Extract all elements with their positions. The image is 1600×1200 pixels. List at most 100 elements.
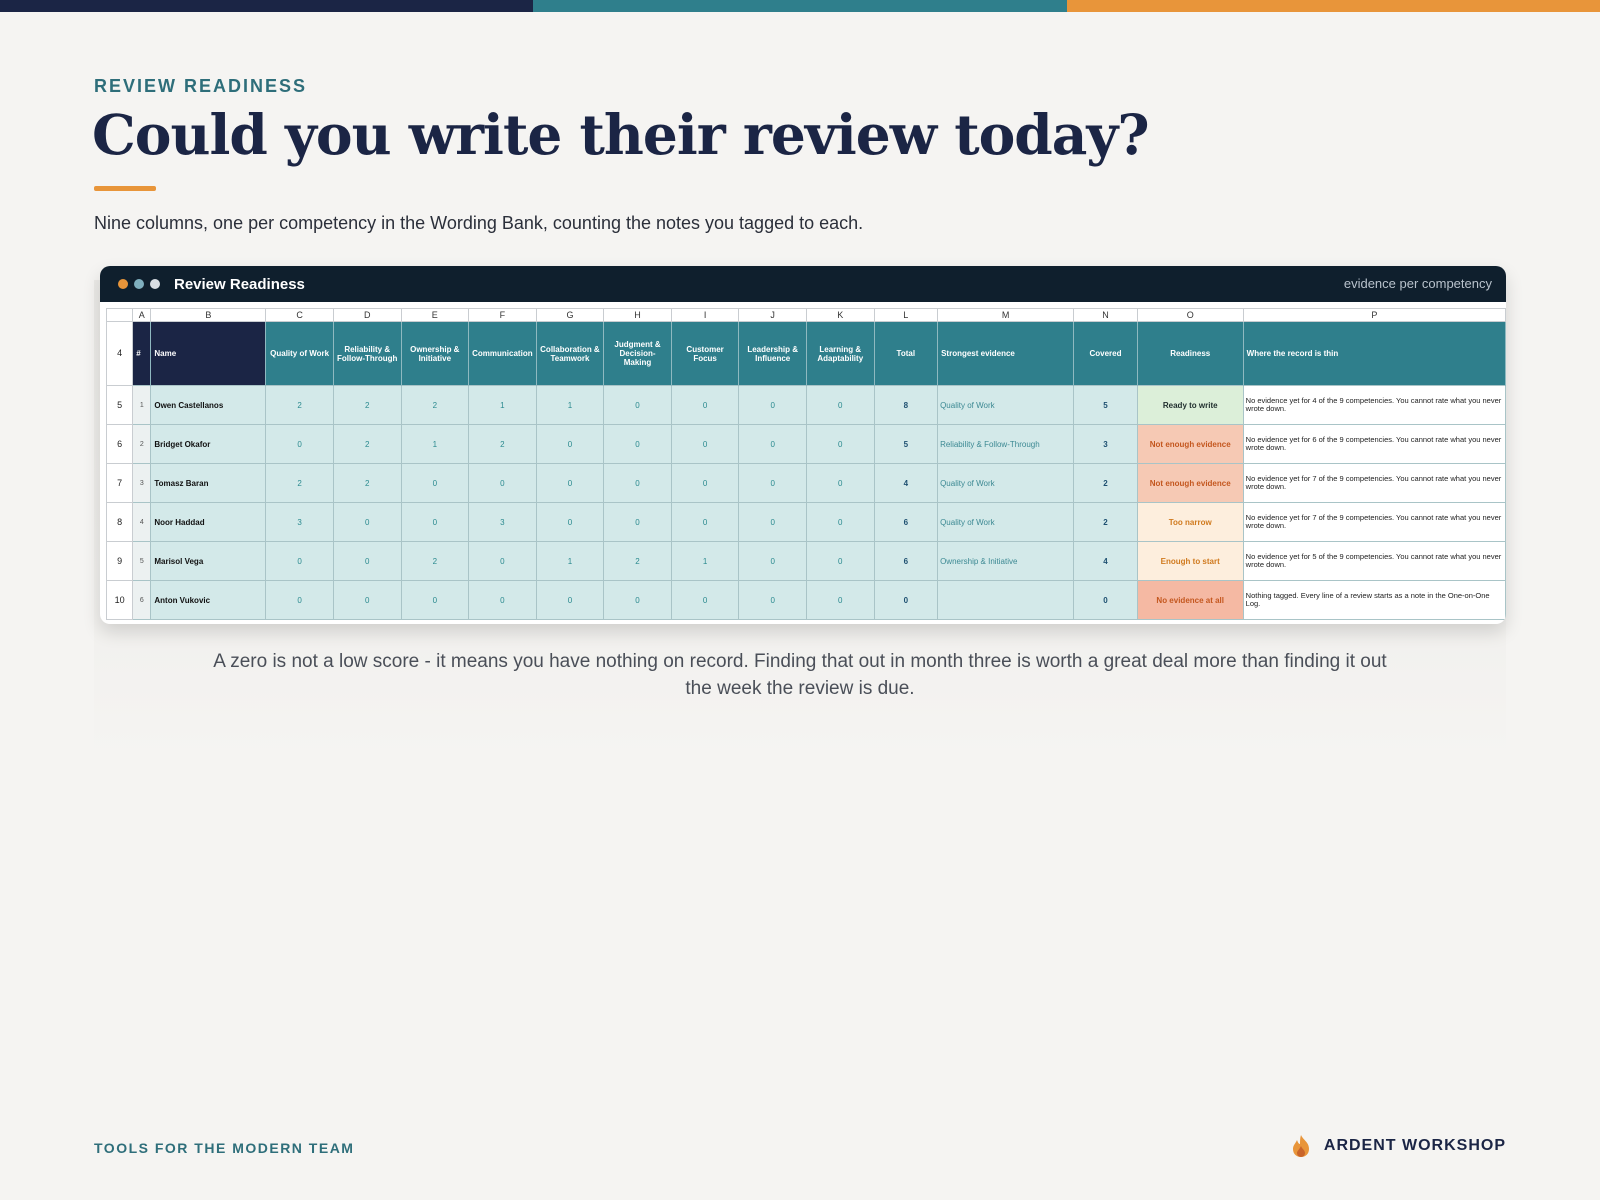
score-cell[interactable]: 0: [535, 580, 605, 620]
total-cell[interactable]: 4: [873, 463, 939, 503]
column-letter-f[interactable]: F: [468, 308, 537, 322]
name-cell[interactable]: Owen Castellanos: [150, 385, 267, 425]
column-letter-l[interactable]: L: [873, 308, 939, 322]
strongest-evidence-cell[interactable]: Quality of Work: [937, 385, 1075, 425]
score-cell[interactable]: 0: [670, 502, 740, 542]
score-cell[interactable]: 2: [265, 463, 334, 503]
column-letter-k[interactable]: K: [805, 308, 875, 322]
row-number[interactable]: 8: [105, 502, 134, 542]
covered-cell[interactable]: 5: [1073, 385, 1138, 425]
score-cell[interactable]: 0: [400, 580, 470, 620]
column-header[interactable]: #: [132, 321, 152, 386]
column-letter-b[interactable]: B: [150, 308, 267, 322]
score-cell[interactable]: 0: [332, 502, 402, 542]
score-cell[interactable]: 0: [265, 541, 334, 581]
spreadsheet-grid[interactable]: A B C D E F G H I J K L M N O P 4 # Name Quality of Work Rel…: [105, 308, 1506, 620]
column-header[interactable]: Ownership & Initiative: [401, 321, 470, 386]
score-cell[interactable]: 1: [535, 541, 605, 581]
row-index-cell[interactable]: 2: [132, 424, 152, 464]
score-cell[interactable]: 0: [603, 502, 672, 542]
row-number[interactable]: 6: [105, 424, 134, 464]
score-cell[interactable]: 0: [670, 424, 740, 464]
score-cell[interactable]: 2: [603, 541, 672, 581]
total-cell[interactable]: 5: [873, 424, 939, 464]
score-cell[interactable]: 0: [400, 463, 470, 503]
record-thin-cell[interactable]: No evidence yet for 7 of the 9 competenc…: [1242, 463, 1506, 503]
readiness-status-cell[interactable]: Ready to write: [1136, 385, 1244, 425]
covered-cell[interactable]: 3: [1073, 424, 1138, 464]
score-cell[interactable]: 0: [535, 424, 605, 464]
column-header[interactable]: Total: [874, 321, 939, 386]
column-header[interactable]: Collaboration & Teamwork: [536, 321, 605, 386]
score-cell[interactable]: 0: [738, 424, 807, 464]
strongest-evidence-cell[interactable]: Ownership & Initiative: [937, 541, 1075, 581]
score-cell[interactable]: 0: [603, 385, 672, 425]
strongest-evidence-cell[interactable]: Quality of Work: [937, 502, 1075, 542]
row-number[interactable]: 5: [105, 385, 134, 425]
score-cell[interactable]: 2: [400, 385, 470, 425]
score-cell[interactable]: 0: [805, 541, 875, 581]
row-number[interactable]: 9: [105, 541, 134, 581]
strongest-evidence-cell[interactable]: Quality of Work: [937, 463, 1075, 503]
column-header[interactable]: Judgment & Decision-Making: [603, 321, 672, 386]
name-cell[interactable]: Bridget Okafor: [150, 424, 267, 464]
column-letter-m[interactable]: M: [937, 308, 1075, 322]
score-cell[interactable]: 0: [805, 502, 875, 542]
score-cell[interactable]: 0: [535, 502, 605, 542]
row-number[interactable]: 4: [105, 321, 134, 386]
column-header[interactable]: Customer Focus: [671, 321, 740, 386]
readiness-status-cell[interactable]: Enough to start: [1136, 541, 1244, 581]
column-header[interactable]: Quality of Work: [265, 321, 334, 386]
score-cell[interactable]: 0: [265, 580, 334, 620]
record-thin-cell[interactable]: No evidence yet for 4 of the 9 competenc…: [1242, 385, 1506, 425]
score-cell[interactable]: 3: [468, 502, 537, 542]
column-letter-d[interactable]: D: [332, 308, 402, 322]
covered-cell[interactable]: 2: [1073, 463, 1138, 503]
record-thin-cell[interactable]: No evidence yet for 7 of the 9 competenc…: [1242, 502, 1506, 542]
row-index-cell[interactable]: 4: [132, 502, 152, 542]
score-cell[interactable]: 2: [332, 463, 402, 503]
covered-cell[interactable]: 0: [1073, 580, 1138, 620]
record-thin-cell[interactable]: No evidence yet for 6 of the 9 competenc…: [1242, 424, 1506, 464]
row-index-cell[interactable]: 3: [132, 463, 152, 503]
score-cell[interactable]: 0: [468, 463, 537, 503]
column-header[interactable]: Learning & Adaptability: [806, 321, 875, 386]
score-cell[interactable]: 0: [400, 502, 470, 542]
score-cell[interactable]: 0: [332, 580, 402, 620]
column-letter-i[interactable]: I: [670, 308, 740, 322]
score-cell[interactable]: 0: [603, 580, 672, 620]
readiness-status-cell[interactable]: Not enough evidence: [1136, 463, 1244, 503]
score-cell[interactable]: 0: [670, 463, 740, 503]
score-cell[interactable]: 0: [805, 385, 875, 425]
score-cell[interactable]: 1: [400, 424, 470, 464]
column-header[interactable]: Communication: [468, 321, 537, 386]
row-index-cell[interactable]: 6: [132, 580, 152, 620]
column-letter-c[interactable]: C: [265, 308, 334, 322]
record-thin-cell[interactable]: No evidence yet for 5 of the 9 competenc…: [1242, 541, 1506, 581]
score-cell[interactable]: 1: [670, 541, 740, 581]
row-number[interactable]: 7: [105, 463, 134, 503]
name-cell[interactable]: Noor Haddad: [150, 502, 267, 542]
covered-cell[interactable]: 4: [1073, 541, 1138, 581]
row-index-cell[interactable]: 5: [132, 541, 152, 581]
score-cell[interactable]: 0: [805, 463, 875, 503]
score-cell[interactable]: 0: [265, 424, 334, 464]
score-cell[interactable]: 2: [265, 385, 334, 425]
name-cell[interactable]: Tomasz Baran: [150, 463, 267, 503]
total-cell[interactable]: 0: [873, 580, 939, 620]
column-letter-e[interactable]: E: [400, 308, 470, 322]
record-thin-cell[interactable]: Nothing tagged. Every line of a review s…: [1242, 580, 1506, 620]
column-letter-h[interactable]: H: [603, 308, 672, 322]
row-index-cell[interactable]: 1: [132, 385, 152, 425]
column-header[interactable]: Where the record is thin: [1243, 321, 1506, 386]
score-cell[interactable]: 0: [535, 463, 605, 503]
total-cell[interactable]: 6: [873, 541, 939, 581]
score-cell[interactable]: 0: [738, 385, 807, 425]
column-letter-g[interactable]: G: [535, 308, 605, 322]
readiness-status-cell[interactable]: Not enough evidence: [1136, 424, 1244, 464]
score-cell[interactable]: 0: [670, 580, 740, 620]
total-cell[interactable]: 8: [873, 385, 939, 425]
score-cell[interactable]: 0: [738, 502, 807, 542]
strongest-evidence-cell[interactable]: [937, 580, 1075, 620]
name-cell[interactable]: Anton Vukovic: [150, 580, 267, 620]
